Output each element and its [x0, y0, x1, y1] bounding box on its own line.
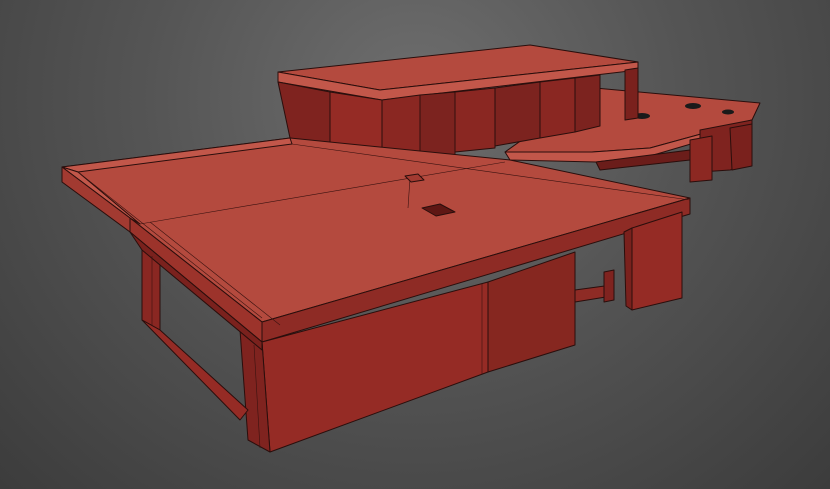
- upper-column-5: [539, 77, 576, 139]
- house-model: [61, 44, 761, 453]
- upper-post-right: [624, 67, 639, 121]
- right-opening-post: [603, 269, 615, 303]
- right-pier-front: [631, 211, 683, 311]
- upper-column-4: [494, 81, 541, 147]
- deck-hole-3: [722, 109, 734, 115]
- back-wing-leg-right: [729, 123, 753, 171]
- 3d-viewport[interactable]: [0, 0, 830, 489]
- upper-column-3: [454, 87, 496, 153]
- deck-hole-1: [685, 103, 701, 109]
- upper-column-6: [574, 74, 601, 133]
- right-pier-side: [623, 227, 633, 311]
- left-frame-sill: [141, 319, 249, 421]
- back-wing-leg-left: [689, 135, 713, 183]
